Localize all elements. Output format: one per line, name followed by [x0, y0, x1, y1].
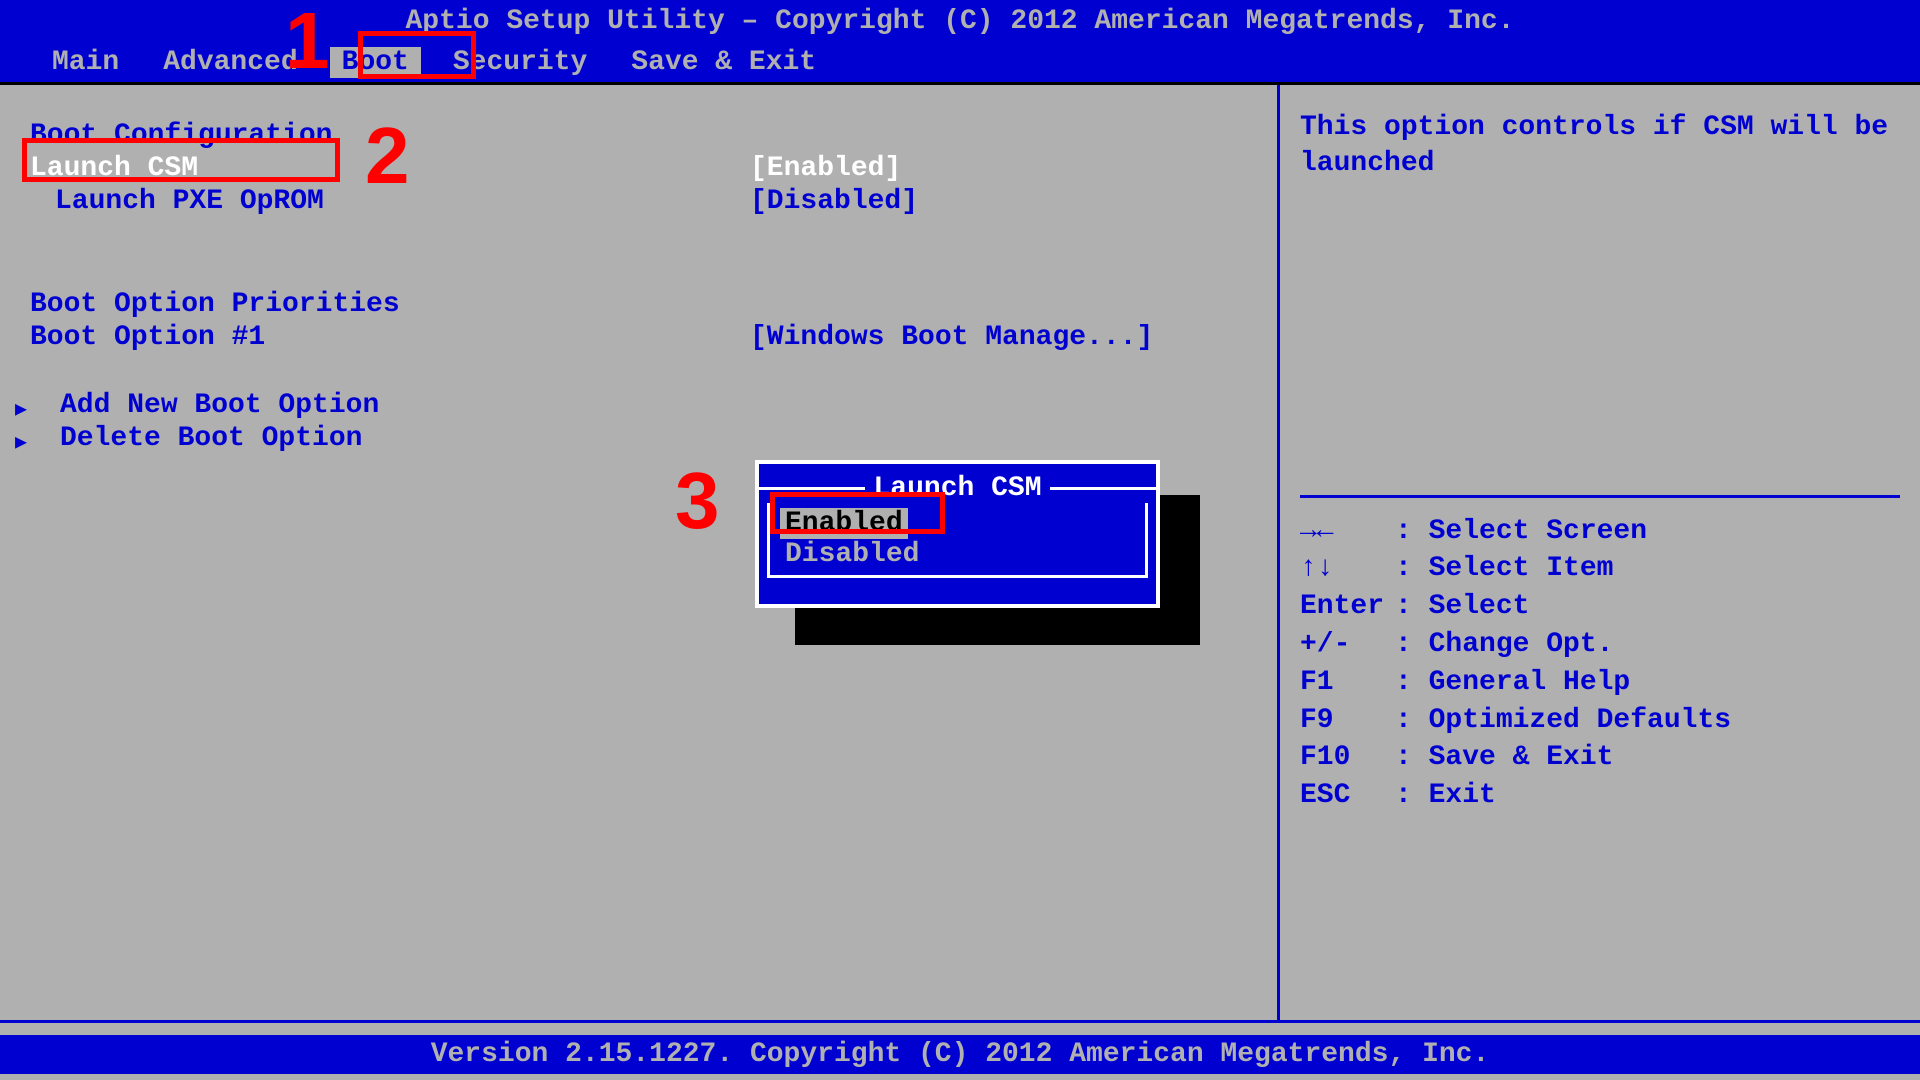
- boot-option-1-row[interactable]: Boot Option #1 [Windows Boot Manage...]: [30, 322, 1247, 353]
- hotkeys-list: →←: Select Screen ↑↓: Select Item Enter:…: [1300, 513, 1900, 815]
- hotkey-select: Enter: Select: [1300, 588, 1900, 626]
- tab-main[interactable]: Main: [40, 47, 131, 78]
- footer-bar: Version 2.15.1227. Copyright (C) 2012 Am…: [0, 1035, 1920, 1074]
- help-panel: This option controls if CSM will be laun…: [1280, 85, 1920, 1020]
- footer-text: Version 2.15.1227. Copyright (C) 2012 Am…: [431, 1039, 1490, 1070]
- launch-csm-popup: Launch CSM Enabled Disabled: [755, 460, 1160, 608]
- tab-save-exit[interactable]: Save & Exit: [619, 47, 828, 78]
- annotation-box-2: [22, 138, 340, 182]
- add-boot-option[interactable]: Add New Boot Option: [30, 390, 1247, 421]
- hotkey-general-help: F1: General Help: [1300, 664, 1900, 702]
- hotkey-change-opt: +/-: Change Opt.: [1300, 626, 1900, 664]
- hotkey-select-item: ↑↓: Select Item: [1300, 550, 1900, 588]
- launch-pxe-row[interactable]: Launch PXE OpROM [Disabled]: [30, 186, 1247, 217]
- popup-option-disabled[interactable]: Disabled: [780, 539, 924, 570]
- boot-option-1-label: Boot Option #1: [30, 322, 750, 353]
- boot-option-1-value: [Windows Boot Manage...]: [750, 322, 1153, 353]
- hotkey-exit: ESC: Exit: [1300, 777, 1900, 815]
- annotation-number-2: 2: [365, 110, 410, 202]
- boot-priorities-header: Boot Option Priorities: [30, 289, 1247, 320]
- footer-divider: [0, 1020, 1920, 1035]
- help-text: This option controls if CSM will be laun…: [1300, 110, 1900, 183]
- launch-csm-value: [Enabled]: [750, 153, 901, 184]
- hotkey-optimized-defaults: F9: Optimized Defaults: [1300, 702, 1900, 740]
- annotation-number-1: 1: [285, 0, 330, 87]
- hotkey-save-exit: F10: Save & Exit: [1300, 739, 1900, 777]
- delete-boot-option[interactable]: Delete Boot Option: [30, 423, 1247, 454]
- bios-title: Aptio Setup Utility – Copyright (C) 2012…: [406, 6, 1515, 37]
- annotation-box-3: [770, 492, 945, 534]
- annotation-number-3: 3: [675, 455, 720, 547]
- annotation-box-1: [358, 31, 476, 79]
- launch-pxe-value: [Disabled]: [750, 186, 918, 217]
- hotkey-select-screen: →←: Select Screen: [1300, 513, 1900, 551]
- help-divider: [1300, 495, 1900, 498]
